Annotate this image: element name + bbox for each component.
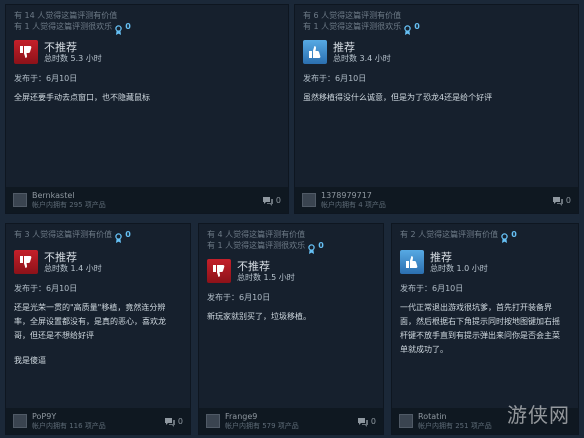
hours-played: 总时数 1.0 小时	[430, 263, 488, 273]
review-text: 虽然移植得没什么诚意，但是为了恐龙4还是给个好评	[303, 91, 570, 105]
funny-count: 有 1 人觉得这篇评测很欢乐	[14, 22, 113, 31]
comments-button[interactable]: 0	[164, 412, 183, 431]
comment-count: 0	[370, 416, 376, 426]
username[interactable]: Bernkastel	[32, 191, 263, 201]
review-line: 单就成功了。	[400, 345, 448, 354]
review-footer: Frange9 帐户内拥有 579 项产品 0	[199, 408, 383, 434]
review-footer: Bernkastel 帐户内拥有 295 项产品 0	[6, 187, 288, 213]
helpful-count: 有 14 人觉得这篇评测有价值	[14, 11, 118, 20]
review-line: 我是傻逼	[14, 356, 46, 365]
award-icon[interactable]	[403, 21, 412, 35]
products-owned: 帐户内拥有 295 项产品	[32, 200, 106, 209]
username[interactable]: Frange9	[225, 412, 358, 422]
review-footer: PoP9Y 帐户内拥有 116 项产品 0	[6, 408, 190, 434]
helpful-count: 有 3 人觉得这篇评测有价值	[14, 230, 113, 239]
comment-count: 0	[275, 195, 281, 205]
review-line: 新玩家就别买了，垃圾移植。	[207, 312, 311, 321]
review-card: 有 6 人觉得这篇评测有价值 有 1 人觉得这篇评测很欢乐 0 推荐 总时数 3…	[294, 4, 579, 214]
verdict-label: 推荐	[430, 250, 452, 264]
comment-count: 0	[177, 416, 183, 426]
review-card: 有 14 人觉得这篇评测有价值 有 1 人觉得这篇评测很欢乐 0 不推荐 总时数…	[5, 4, 289, 214]
review-line: 哥，但还是不想给好评	[14, 331, 94, 340]
thumbs-down-icon	[207, 259, 231, 283]
hours-played: 总时数 5.3 小时	[44, 53, 102, 63]
comment-icon	[552, 191, 563, 210]
verdict-label: 不推荐	[44, 40, 77, 54]
thumbs-up-icon	[400, 250, 424, 274]
funny-count: 有 1 人觉得这篇评测很欢乐	[303, 22, 402, 31]
review-line: 率，全屏设置都没有，是真的恶心，喜欢龙	[14, 317, 166, 326]
thumbs-down-icon	[14, 250, 38, 274]
review-line	[14, 343, 182, 354]
username[interactable]: 1378979717	[321, 191, 553, 201]
award-count: 0	[414, 22, 420, 31]
comment-icon	[357, 412, 368, 431]
comments-button[interactable]: 0	[262, 191, 281, 210]
award-icon[interactable]	[114, 21, 123, 35]
thumbs-down-icon	[14, 40, 38, 64]
verdict-label: 不推荐	[44, 250, 77, 264]
avatar[interactable]	[302, 193, 316, 207]
username[interactable]: PoP9Y	[32, 412, 165, 422]
award-count: 0	[511, 230, 517, 239]
helpful-count: 有 4 人觉得这篇评测有价值	[207, 230, 306, 239]
site-watermark: 游侠网	[507, 403, 570, 427]
review-text: 全屏还要手动去点窗口，也不隐藏鼠标	[14, 91, 280, 105]
avatar[interactable]	[206, 414, 220, 428]
comment-icon	[262, 191, 273, 210]
comment-count: 0	[565, 195, 571, 205]
products-owned: 帐户内拥有 116 项产品	[32, 421, 106, 430]
funny-count: 有 1 人觉得这篇评测很欢乐	[207, 241, 306, 250]
review-text: 新玩家就别买了，垃圾移植。	[207, 310, 375, 324]
verdict-label: 推荐	[333, 40, 355, 54]
award-count: 0	[125, 22, 131, 31]
products-owned: 帐户内拥有 579 项产品	[225, 421, 299, 430]
review-card: 有 4 人觉得这篇评测有价值 有 1 人觉得这篇评测很欢乐 0 不推荐 总时数 …	[198, 223, 384, 435]
award-count: 0	[318, 241, 324, 250]
posted-date: 发布于：6月10日	[400, 284, 464, 293]
award-count: 0	[125, 230, 131, 239]
avatar[interactable]	[13, 414, 27, 428]
review-line: 还是光荣一贯的"高质量"移植，竟然连分辨	[14, 303, 166, 312]
review-text: 一代正常退出游戏很坑爹，首先打开装备界 面，然后根据右下角提示同时按地图键加右摇…	[400, 301, 570, 357]
review-line: 一代正常退出游戏很坑爹，首先打开装备界	[400, 303, 552, 312]
review-line: 面，然后根据右下角提示同时按地图键加右摇	[400, 317, 560, 326]
posted-date: 发布于：6月10日	[303, 74, 367, 83]
comments-button[interactable]: 0	[357, 412, 376, 431]
hours-played: 总时数 1.4 小时	[44, 263, 102, 273]
verdict-label: 不推荐	[237, 259, 270, 273]
helpful-count: 有 6 人觉得这篇评测有价值	[303, 11, 402, 20]
award-icon[interactable]	[114, 229, 123, 243]
thumbs-up-icon	[303, 40, 327, 64]
hours-played: 总时数 3.4 小时	[333, 53, 391, 63]
review-line: 杆键不放手直到有提示弹出来问你是否会主菜	[400, 331, 560, 340]
award-icon[interactable]	[500, 229, 509, 243]
posted-date: 发布于：6月10日	[14, 284, 78, 293]
avatar[interactable]	[13, 193, 27, 207]
review-card: 有 3 人觉得这篇评测有价值 0 不推荐 总时数 1.4 小时 发布于：6月10…	[5, 223, 191, 435]
review-line: 虽然移植得没什么诚意，但是为了恐龙4还是给个好评	[303, 93, 493, 102]
review-card: 有 2 人觉得这篇评测有价值 0 推荐 总时数 1.0 小时 发布于：6月10日…	[391, 223, 579, 435]
posted-date: 发布于：6月10日	[14, 74, 78, 83]
helpful-count: 有 2 人觉得这篇评测有价值	[400, 230, 499, 239]
hours-played: 总时数 1.5 小时	[237, 272, 295, 282]
posted-date: 发布于：6月10日	[207, 293, 271, 302]
review-footer: 1378979717 帐户内拥有 4 项产品 0	[295, 187, 578, 213]
comments-button[interactable]: 0	[552, 191, 571, 210]
products-owned: 帐户内拥有 4 项产品	[321, 200, 386, 209]
comment-icon	[164, 412, 175, 431]
award-icon[interactable]	[307, 240, 316, 254]
review-line: 全屏还要手动去点窗口，也不隐藏鼠标	[14, 93, 150, 102]
avatar[interactable]	[399, 414, 413, 428]
review-text: 还是光荣一贯的"高质量"移植，竟然连分辨 率，全屏设置都没有，是真的恶心，喜欢龙…	[14, 301, 182, 368]
